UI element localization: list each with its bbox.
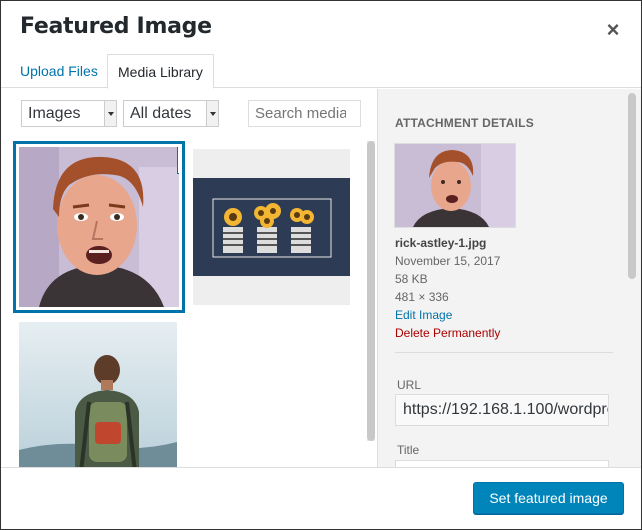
attachment-date: November 15, 2017 [395, 254, 501, 268]
url-field[interactable]: https://192.168.1.100/wordpress/wp-conte… [395, 394, 609, 426]
title-field[interactable] [395, 460, 609, 467]
date-filter-value: All dates [130, 105, 192, 122]
chevron-down-icon [104, 101, 116, 126]
attachment-dimensions: 481 × 336 [395, 290, 449, 304]
media-type-select[interactable]: Images [21, 100, 117, 127]
attachment-thumbnail[interactable] [193, 149, 350, 305]
delete-permanently-link[interactable]: Delete Permanently [395, 324, 500, 342]
divider [395, 352, 613, 353]
search-media-input[interactable] [248, 100, 361, 127]
modal-toolbar: Set featured image [1, 467, 641, 529]
attachment-filesize: 58 KB [395, 272, 428, 286]
close-icon[interactable]: × [601, 19, 625, 43]
attachments-grid [1, 139, 376, 467]
attachment-details-heading: ATTACHMENT DETAILS [395, 116, 534, 130]
media-filters: Images All dates [1, 89, 376, 139]
tab-media-library[interactable]: Media Library [107, 54, 214, 89]
attachment-thumbnail[interactable] [19, 147, 179, 307]
attachment-details-thumbnail [395, 144, 515, 227]
router-tabs: Upload Files Media Library [1, 54, 641, 89]
attachment-thumbnail[interactable] [19, 322, 177, 467]
sidebar-scrollbar[interactable] [628, 93, 636, 279]
sunflower-illustration-image [193, 149, 350, 305]
hiker-image [19, 322, 177, 467]
url-label: URL [397, 378, 422, 392]
date-filter-select[interactable]: All dates [123, 100, 219, 127]
title-label: Title [397, 443, 420, 457]
modal-title: Featured Image [20, 14, 212, 39]
chevron-down-icon [206, 101, 218, 126]
man-singing-image [395, 144, 515, 227]
grid-scrollbar[interactable] [367, 141, 375, 441]
tab-upload-files[interactable]: Upload Files [10, 54, 108, 88]
featured-image-modal: Featured Image × Upload Files Media Libr… [0, 0, 642, 530]
edit-image-link[interactable]: Edit Image [395, 306, 452, 324]
attachment-filename: rick-astley-1.jpg [395, 236, 487, 250]
grid-scrollbar-thumb[interactable] [367, 141, 375, 441]
man-singing-image [19, 147, 179, 307]
attachment-details-sidebar: ATTACHMENT DETAILS rick-astley-1.jpg Nov… [377, 89, 641, 467]
media-type-value: Images [28, 105, 81, 122]
set-featured-image-button[interactable]: Set featured image [473, 482, 624, 514]
